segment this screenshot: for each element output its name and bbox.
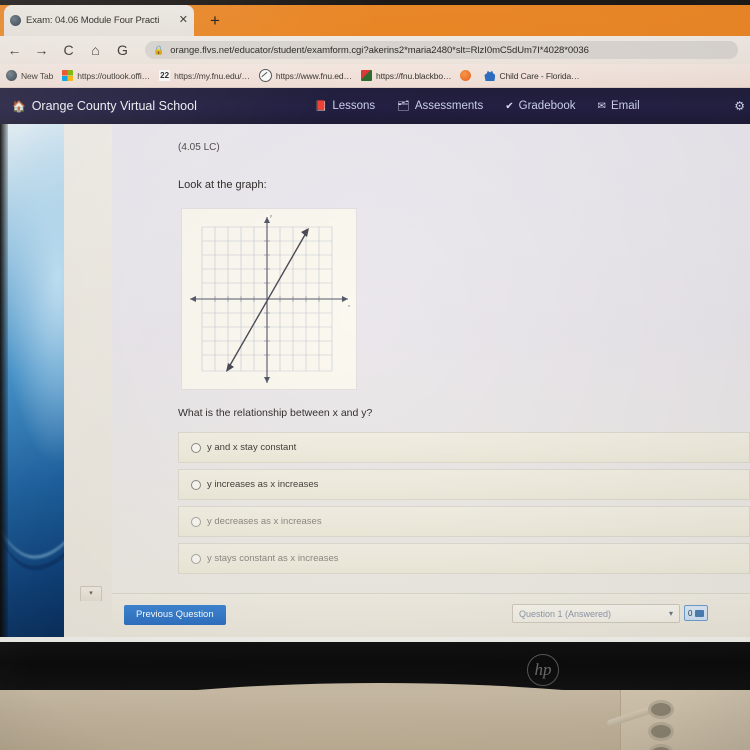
fnu-icon: 22 bbox=[159, 70, 171, 81]
bookmark-label: Child Care - Florida… bbox=[499, 70, 580, 81]
bookmark-item[interactable]: New Tab bbox=[6, 70, 53, 81]
browser-tab[interactable]: Exam: 04.06 Module Four Practi ✕ bbox=[4, 5, 194, 36]
question-selector-dropdown[interactable]: Question 1 (Answered) ▾ bbox=[512, 604, 680, 623]
flag-icon bbox=[695, 609, 705, 617]
site-nav-links: 📕 Lessons 🗂 Assessments ✔ Gradebook ✉ Em… bbox=[315, 100, 640, 112]
answer-options: y and x stay constant y increases as x i… bbox=[178, 432, 750, 580]
question-selector-label: Question 1 (Answered) bbox=[519, 608, 612, 619]
previous-question-button[interactable]: Previous Question bbox=[124, 605, 226, 625]
graph-figure: y x bbox=[182, 209, 356, 389]
bookmark-label: https://www.fnu.ed… bbox=[275, 70, 352, 81]
browser-tab-strip: Exam: 04.06 Module Four Practi ✕ + bbox=[0, 0, 750, 36]
nav-item-assessments[interactable]: 🗂 Assessments bbox=[397, 100, 483, 112]
address-bar[interactable]: 🔒 orange.flvs.net/educator/student/examf… bbox=[145, 41, 738, 59]
site-brand-label: Orange County Virtual School bbox=[31, 99, 197, 113]
browser-chrome: Exam: 04.06 Module Four Practi ✕ + ← → C… bbox=[0, 0, 750, 88]
block-icon bbox=[258, 69, 272, 82]
bookmark-item[interactable]: Child Care - Florida… bbox=[484, 70, 580, 81]
tab-favicon-icon bbox=[10, 15, 21, 26]
screen-edge bbox=[0, 124, 8, 637]
bookmark-item[interactable]: https://outlook.offi… bbox=[62, 70, 150, 81]
orange-icon bbox=[460, 70, 472, 81]
nav-label: Email bbox=[610, 100, 640, 112]
answer-option-label: y and x stay constant bbox=[207, 442, 297, 453]
taskbar-mini-tab[interactable]: ▾ bbox=[80, 586, 102, 601]
bookmark-label: https://my.fnu.edu/… bbox=[174, 70, 250, 81]
home-icon[interactable]: ⌂ bbox=[87, 42, 104, 59]
radio-icon[interactable] bbox=[191, 553, 201, 564]
forward-icon[interactable]: → bbox=[33, 42, 50, 59]
nav-item-lessons[interactable]: 📕 Lessons bbox=[315, 100, 375, 112]
answer-option[interactable]: y and x stay constant bbox=[178, 432, 750, 463]
bookmark-item[interactable]: https://www.fnu.ed… bbox=[258, 69, 352, 82]
home-icon: 🏠 bbox=[12, 100, 26, 113]
answer-option[interactable]: y decreases as x increases bbox=[178, 506, 750, 537]
notebook bbox=[620, 690, 750, 750]
bookmarks-bar: New Tab https://outlook.offi… 22 https:/… bbox=[0, 64, 750, 88]
bookmark-label: https://fnu.blackbo… bbox=[375, 70, 452, 81]
new-tab-button[interactable]: + bbox=[205, 12, 225, 32]
laptop-screen: Exam: 04.06 Module Four Practi ✕ + ← → C… bbox=[0, 0, 750, 637]
reload-icon[interactable]: C bbox=[60, 42, 77, 59]
status-badge[interactable]: 0 bbox=[684, 605, 709, 621]
answer-option[interactable]: y increases as x increases bbox=[178, 469, 750, 500]
nav-item-gradebook[interactable]: ✔ Gradebook bbox=[505, 100, 575, 112]
nav-label: Lessons bbox=[332, 100, 376, 112]
bookmark-label: https://outlook.offi… bbox=[77, 70, 151, 81]
blackboard-icon bbox=[360, 70, 372, 81]
exam-content-panel: (4.05 LC) Look at the graph: y x What is… bbox=[112, 124, 750, 637]
close-icon[interactable]: ✕ bbox=[179, 15, 188, 26]
photo-of-laptop-screen: Exam: 04.06 Module Four Practi ✕ + ← → C… bbox=[0, 0, 750, 750]
book-icon: 📕 bbox=[314, 100, 328, 112]
question-code: (4.05 LC) bbox=[178, 142, 220, 153]
answer-option-label: y decreases as x increases bbox=[207, 516, 322, 527]
svg-text:x: x bbox=[348, 303, 350, 308]
notebook-ring bbox=[648, 700, 674, 719]
lock-icon: 🔒 bbox=[153, 44, 165, 55]
child-care-icon bbox=[484, 70, 496, 81]
radio-icon[interactable] bbox=[191, 479, 201, 490]
question-text: What is the relationship between x and y… bbox=[178, 407, 373, 419]
site-navbar: 🏠 Orange County Virtual School 📕 Lessons… bbox=[0, 88, 750, 124]
check-icon: ✔ bbox=[505, 100, 514, 112]
tab-title: Exam: 04.06 Module Four Practi bbox=[26, 15, 160, 26]
nav-label: Assessments bbox=[414, 100, 484, 112]
notebook-ring bbox=[648, 722, 674, 741]
graph-svg: y x bbox=[190, 213, 350, 383]
exam-footer-bar: Previous Question Question 1 (Answered) … bbox=[112, 593, 750, 637]
nav-item-email[interactable]: ✉ Email bbox=[598, 100, 640, 112]
answer-option-label: y stays constant as x increases bbox=[207, 553, 339, 564]
answer-option[interactable]: y stays constant as x increases bbox=[178, 543, 750, 574]
envelope-icon: ✉ bbox=[597, 100, 606, 112]
desktop-wallpaper bbox=[0, 124, 116, 637]
back-icon[interactable]: ← bbox=[6, 42, 23, 59]
bookmark-item[interactable] bbox=[460, 70, 475, 81]
bookmark-label: New Tab bbox=[21, 70, 54, 81]
question-prompt: Look at the graph: bbox=[178, 179, 267, 191]
bookmark-item[interactable]: https://fnu.blackbo… bbox=[360, 70, 452, 81]
gear-icon[interactable]: ⚙ bbox=[734, 99, 745, 113]
profile-icon[interactable]: G bbox=[114, 42, 131, 59]
clipboard-icon: 🗂 bbox=[397, 100, 410, 112]
nav-label: Gradebook bbox=[518, 100, 576, 112]
site-brand[interactable]: 🏠 Orange County Virtual School bbox=[12, 99, 197, 113]
status-badge-count: 0 bbox=[688, 608, 693, 618]
chevron-down-icon: ▾ bbox=[668, 609, 673, 618]
answer-option-label: y increases as x increases bbox=[207, 479, 319, 490]
microsoft-icon bbox=[62, 70, 74, 81]
address-bar-url: orange.flvs.net/educator/student/examfor… bbox=[170, 44, 589, 56]
globe-icon bbox=[6, 70, 17, 81]
bookmark-item[interactable]: 22 https://my.fnu.edu/… bbox=[159, 70, 250, 81]
hp-logo: hp bbox=[527, 654, 559, 686]
radio-icon[interactable] bbox=[191, 442, 201, 453]
svg-text:y: y bbox=[270, 213, 272, 218]
browser-toolbar: ← → C ⌂ G 🔒 orange.flvs.net/educator/stu… bbox=[0, 36, 750, 64]
exam-page: (4.05 LC) Look at the graph: y x What is… bbox=[64, 124, 750, 637]
radio-icon[interactable] bbox=[191, 516, 201, 527]
